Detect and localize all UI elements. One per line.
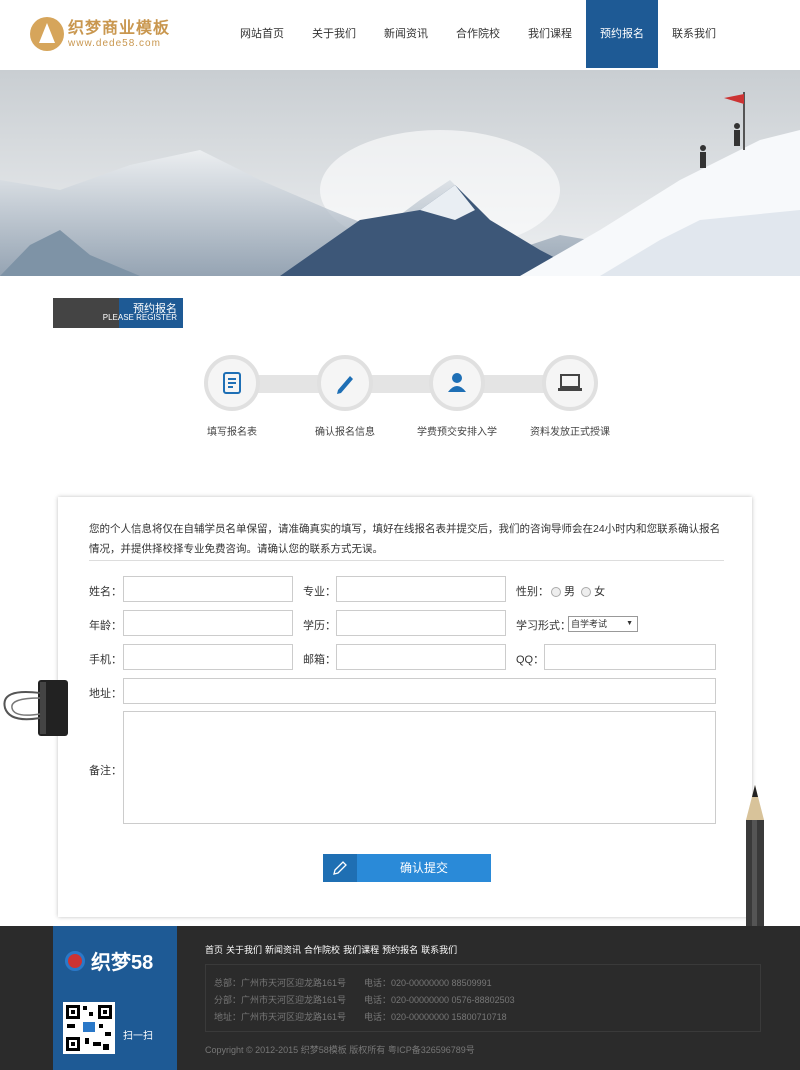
age-label: 年龄： <box>89 620 122 632</box>
edit-icon <box>333 861 347 875</box>
study-mode-select[interactable]: 自学考试 ▼ <box>568 616 638 632</box>
step-3-label: 学费预交安排入学 <box>417 427 497 438</box>
study-mode-value: 自学考试 <box>571 619 608 629</box>
main-nav: 网站首页 关于我们 新闻资讯 合作院校 我们课程 预约报名 联系我们 <box>226 0 730 68</box>
person-icon <box>448 373 466 392</box>
major-label: 专业： <box>303 586 336 598</box>
footer-brand: 织梦58 扫一扫 <box>53 926 177 1070</box>
name-input[interactable] <box>123 576 293 602</box>
footer-address: 分部：广州市天河区迎龙路161号 <box>214 995 347 1005</box>
footer-link-register[interactable]: 预约报名 <box>382 943 418 956</box>
remark-textarea[interactable] <box>123 711 716 824</box>
footer-link-courses[interactable]: 我们课程 <box>343 943 379 956</box>
footer-links: 首页 关于我们 新闻资讯 合作院校 我们课程 预约报名 联系我们 <box>205 943 457 956</box>
footer-contact-row: 分部：广州市天河区迎龙路161号 电话：020-00000000 0576-88… <box>214 992 760 1009</box>
nav-courses[interactable]: 我们课程 <box>514 0 586 68</box>
education-label: 学历： <box>303 620 336 632</box>
footer-phone: 电话：020-00000000 15800710718 <box>364 1012 507 1022</box>
gender-label: 性别： <box>516 586 549 598</box>
site-footer: 织梦58 扫一扫 首页 关于我们 新闻资讯 合作院校 我们课程 预约报名 联系我… <box>0 926 800 1070</box>
footer-link-home[interactable]: 首页 <box>205 943 223 956</box>
education-input[interactable] <box>336 610 506 636</box>
qq-input[interactable] <box>544 644 716 670</box>
major-input[interactable] <box>336 576 506 602</box>
study-mode-label: 学习形式： <box>516 620 571 632</box>
nav-news[interactable]: 新闻资讯 <box>370 0 442 68</box>
step-2: 确认报名信息 <box>295 355 395 438</box>
dropdown-arrow-icon: ▼ <box>626 620 633 627</box>
gender-female-radio[interactable] <box>581 587 592 598</box>
logo-title: 织梦商业模板 <box>68 19 171 37</box>
step-1: 填写报名表 <box>182 355 282 438</box>
nav-home[interactable]: 网站首页 <box>226 0 298 68</box>
step-3: 学费预交安排入学 <box>407 355 507 438</box>
gender-options: 男 女 <box>548 583 605 599</box>
copyright: Copyright © 2012-2015 织梦58模板 版权所有 粤ICP备3… <box>205 1045 475 1055</box>
footer-phone: 电话：020-00000000 0576-88802503 <box>364 995 515 1005</box>
footer-contact-row: 总部：广州市天河区迎龙路161号 电话：020-00000000 8850999… <box>214 975 760 992</box>
submit-label: 确认提交 <box>399 861 448 875</box>
form-icon <box>223 372 241 394</box>
hero-banner <box>0 70 800 276</box>
section-title: 预约报名 PLEASE REGISTER <box>53 298 183 328</box>
logo-icon <box>30 17 64 51</box>
phone-label: 手机： <box>89 654 122 666</box>
footer-logo-text: 织梦58 <box>91 952 154 974</box>
divider <box>89 560 724 561</box>
footer-phone: 电话：020-00000000 88509991 <box>364 978 492 988</box>
nav-about[interactable]: 关于我们 <box>298 0 370 68</box>
section-title-en: PLEASE REGISTER <box>102 313 177 322</box>
footer-contact-box: 总部：广州市天河区迎龙路161号 电话：020-00000000 8850999… <box>205 964 761 1032</box>
qr-code-icon <box>63 1002 115 1054</box>
laptop-icon <box>558 374 582 391</box>
binder-clip-decoration <box>3 680 68 736</box>
scan-label: 扫一扫 <box>123 1031 153 1042</box>
remark-label: 备注： <box>89 765 122 777</box>
email-input[interactable] <box>336 644 506 670</box>
footer-link-contact[interactable]: 联系我们 <box>421 943 457 956</box>
pencil-decoration <box>746 785 764 930</box>
submit-button[interactable]: 确认提交 <box>323 854 491 882</box>
gender-female-label: 女 <box>594 586 606 598</box>
footer-link-news[interactable]: 新闻资讯 <box>265 943 301 956</box>
nav-contact[interactable]: 联系我们 <box>658 0 730 68</box>
registration-steps: 填写报名表 确认报名信息 学费预交安排入学 资料发放正式授课 <box>190 355 620 445</box>
form-intro: 您的个人信息将仅在自辅学员名单保留，请准确真实的填写，填好在线报名表并提交后，我… <box>89 523 721 555</box>
logo-icon <box>65 950 85 971</box>
footer-address: 总部：广州市天河区迎龙路161号 <box>214 978 347 988</box>
pen-icon <box>337 376 353 394</box>
logo-url: www.dede58.com <box>68 37 161 49</box>
gender-male-radio[interactable] <box>551 587 561 598</box>
footer-logo: 织梦58 <box>65 946 153 975</box>
footer-link-schools[interactable]: 合作院校 <box>304 943 340 956</box>
footer-address: 地址：广州市天河区迎龙路161号 <box>214 1012 347 1022</box>
footer-link-about[interactable]: 关于我们 <box>226 943 262 956</box>
gender-male-label: 男 <box>564 586 575 598</box>
footer-contact-row: 地址：广州市天河区迎龙路161号 电话：020-00000000 1580071… <box>214 1009 760 1026</box>
email-label: 邮箱： <box>303 654 336 666</box>
name-label: 姓名： <box>89 586 122 598</box>
step-2-label: 确认报名信息 <box>315 427 375 438</box>
step-4: 资料发放正式授课 <box>520 355 620 438</box>
nav-register[interactable]: 预约报名 <box>586 0 658 68</box>
qq-label: QQ： <box>516 654 545 666</box>
registration-form: 您的个人信息将仅在自辅学员名单保留，请准确真实的填写，填好在线报名表并提交后，我… <box>58 497 752 917</box>
mountain-illustration <box>0 70 800 276</box>
phone-input[interactable] <box>123 644 293 670</box>
age-input[interactable] <box>123 610 293 636</box>
address-input[interactable] <box>123 678 716 704</box>
site-header: 织梦商业模板 www.dede58.com 网站首页 关于我们 新闻资讯 合作院… <box>0 0 800 70</box>
nav-schools[interactable]: 合作院校 <box>442 0 514 68</box>
site-logo[interactable]: 织梦商业模板 www.dede58.com <box>30 17 170 51</box>
step-4-label: 资料发放正式授课 <box>530 427 610 438</box>
address-label: 地址： <box>89 688 122 700</box>
step-1-label: 填写报名表 <box>207 427 257 438</box>
